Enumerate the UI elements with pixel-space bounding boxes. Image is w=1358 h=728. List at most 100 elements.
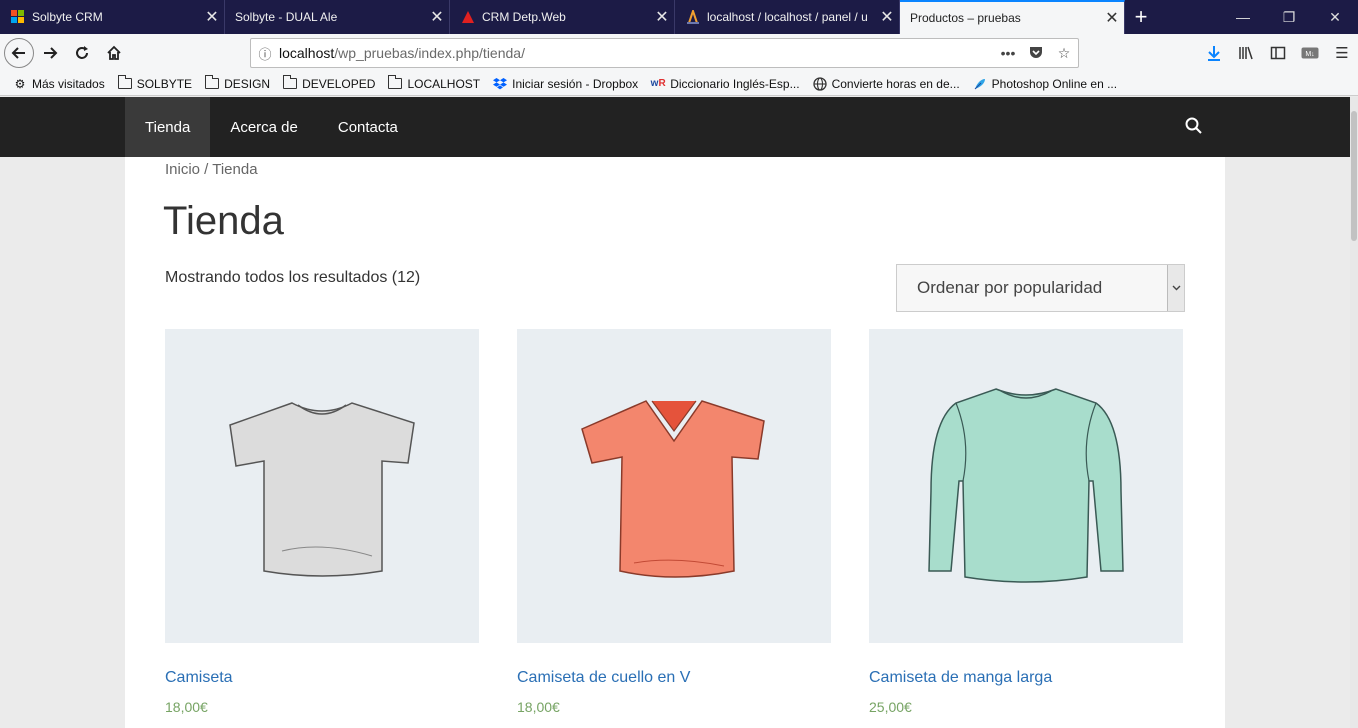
restore-icon[interactable]: ❐ bbox=[1266, 0, 1312, 34]
url-text[interactable]: localhost/wp_pruebas/index.php/tienda/ bbox=[279, 45, 994, 61]
more-actions-icon[interactable]: ••• bbox=[994, 45, 1022, 61]
menu-item-acerca-de[interactable]: Acerca de bbox=[210, 97, 318, 157]
bookmark-dropbox[interactable]: Iniciar sesión - Dropbox bbox=[492, 77, 638, 91]
tab-title: Productos – pruebas bbox=[910, 11, 1021, 25]
product-name[interactable]: Camiseta de manga larga bbox=[869, 669, 1183, 687]
wordreference-icon: wR bbox=[650, 78, 666, 89]
bookmark-folder-developed[interactable]: DEVELOPED bbox=[282, 75, 376, 91]
bookmark-label: Photoshop Online en ... bbox=[991, 76, 1118, 91]
page-title: Tienda bbox=[163, 199, 284, 243]
feather-icon bbox=[972, 77, 988, 91]
tab-solbyte-crm[interactable]: Solbyte CRM ✕ bbox=[0, 0, 225, 34]
arrow-left-icon bbox=[11, 47, 25, 59]
page-scrollbar[interactable] bbox=[1350, 97, 1358, 728]
bookmark-label: Convierte horas en de... bbox=[831, 76, 960, 91]
tab-solbyte-dual[interactable]: Solbyte - DUAL Ale ✕ bbox=[225, 0, 450, 34]
bookmark-photoshop-online[interactable]: Photoshop Online en ... bbox=[972, 77, 1117, 91]
navigation-toolbar: ⓘ localhost/wp_pruebas/index.php/tienda/… bbox=[0, 34, 1358, 72]
back-button[interactable] bbox=[4, 38, 34, 68]
bookmark-label: Más visitados bbox=[32, 76, 105, 91]
product-price: 18,00€ bbox=[517, 699, 560, 715]
product-image-tshirt[interactable] bbox=[165, 329, 479, 643]
product-card[interactable]: Camiseta de manga larga 25,00€ bbox=[869, 329, 1183, 715]
product-image-longsleeve[interactable] bbox=[869, 329, 1183, 643]
bookmark-label: DESIGN bbox=[224, 76, 271, 91]
minimize-icon[interactable]: — bbox=[1220, 0, 1266, 34]
tab-phpmyadmin[interactable]: localhost / localhost / panel / u ✕ bbox=[675, 0, 900, 34]
markdown-extension-icon[interactable]: M↓ bbox=[1294, 37, 1326, 69]
product-image-vneck[interactable] bbox=[517, 329, 831, 643]
bookmark-label: LOCALHOST bbox=[407, 76, 481, 91]
folder-icon bbox=[387, 75, 403, 91]
close-icon[interactable]: ✕ bbox=[875, 7, 899, 27]
info-icon[interactable]: ⓘ bbox=[251, 44, 279, 63]
home-button[interactable] bbox=[98, 37, 130, 69]
tab-crm-detp[interactable]: CRM Detp.Web ✕ bbox=[450, 0, 675, 34]
close-icon[interactable]: ✕ bbox=[1100, 8, 1124, 28]
bookmark-label: SOLBYTE bbox=[136, 76, 193, 91]
ordering-value: Ordenar por popularidad bbox=[917, 278, 1103, 297]
tab-title: localhost / localhost / panel / u bbox=[707, 10, 868, 24]
tab-bar: Solbyte CRM ✕ Solbyte - DUAL Ale ✕ CRM D… bbox=[0, 0, 1358, 34]
triangle-logo-icon bbox=[460, 9, 476, 25]
download-icon[interactable] bbox=[1198, 37, 1230, 69]
close-window-icon[interactable]: ✕ bbox=[1312, 0, 1358, 34]
product-card[interactable]: Camiseta 18,00€ bbox=[165, 329, 479, 715]
url-host: localhost bbox=[279, 45, 335, 61]
bookmarks-toolbar: ⚙ Más visitados SOLBYTE DESIGN DEVELOPED… bbox=[0, 72, 1358, 96]
bookmark-convierte-horas[interactable]: Convierte horas en de... bbox=[812, 77, 960, 91]
tab-title: Solbyte CRM bbox=[32, 10, 103, 24]
toolbar-right: M↓ ☰ bbox=[1198, 37, 1358, 69]
folder-icon bbox=[117, 75, 133, 91]
bookmark-wordreference[interactable]: wR Diccionario Inglés-Esp... bbox=[650, 76, 800, 91]
bookmark-folder-localhost[interactable]: LOCALHOST bbox=[387, 75, 481, 91]
home-icon bbox=[107, 45, 121, 60]
product-price: 18,00€ bbox=[165, 699, 208, 715]
address-bar[interactable]: ⓘ localhost/wp_pruebas/index.php/tienda/… bbox=[250, 38, 1079, 68]
close-icon[interactable]: ✕ bbox=[425, 7, 449, 27]
chevron-down-icon[interactable] bbox=[1167, 265, 1184, 311]
product-price: 25,00€ bbox=[869, 699, 912, 715]
library-icon[interactable] bbox=[1230, 37, 1262, 69]
globe-icon bbox=[812, 76, 828, 91]
folder-icon bbox=[282, 75, 298, 91]
windows-icon bbox=[10, 9, 26, 25]
product-name[interactable]: Camiseta de cuello en V bbox=[517, 669, 831, 687]
scrollbar-thumb[interactable] bbox=[1351, 111, 1357, 241]
sidebar-icon[interactable] bbox=[1262, 37, 1294, 69]
close-icon[interactable]: ✕ bbox=[200, 7, 224, 27]
hamburger-menu-icon[interactable]: ☰ bbox=[1326, 37, 1358, 69]
new-tab-button[interactable]: + bbox=[1125, 0, 1157, 34]
product-card[interactable]: Camiseta de cuello en V 18,00€ bbox=[517, 329, 831, 715]
site-header: Tienda Acerca de Contacta bbox=[0, 97, 1350, 157]
bookmark-folder-solbyte[interactable]: SOLBYTE bbox=[117, 75, 193, 91]
tab-title: Solbyte - DUAL Ale bbox=[235, 10, 338, 24]
dropbox-icon bbox=[492, 77, 508, 91]
window-controls: — ❐ ✕ bbox=[1220, 0, 1358, 34]
folder-icon bbox=[204, 75, 220, 91]
web-page: Tienda Acerca de Contacta Inicio / Tiend… bbox=[0, 97, 1358, 728]
ordering-select[interactable]: Ordenar por popularidad bbox=[896, 264, 1185, 312]
forward-button[interactable] bbox=[34, 37, 66, 69]
tab-title: CRM Detp.Web bbox=[482, 10, 566, 24]
pocket-icon[interactable] bbox=[1022, 45, 1050, 62]
bookmark-mas-visitados[interactable]: ⚙ Más visitados bbox=[12, 77, 105, 91]
search-icon[interactable] bbox=[1185, 117, 1205, 137]
breadcrumb[interactable]: Inicio / Tienda bbox=[165, 161, 258, 178]
bookmark-label: Diccionario Inglés-Esp... bbox=[670, 76, 800, 91]
product-name[interactable]: Camiseta bbox=[165, 669, 479, 687]
reload-button[interactable] bbox=[66, 37, 98, 69]
bookmark-star-icon[interactable]: ☆ bbox=[1050, 45, 1078, 62]
shop-content: Inicio / Tienda Tienda Mostrando todos l… bbox=[125, 157, 1225, 728]
reload-icon bbox=[76, 46, 88, 59]
bookmark-label: DEVELOPED bbox=[302, 76, 376, 91]
tab-productos[interactable]: Productos – pruebas ✕ bbox=[900, 0, 1125, 34]
bookmark-folder-design[interactable]: DESIGN bbox=[204, 75, 271, 91]
menu-item-tienda[interactable]: Tienda bbox=[125, 97, 211, 157]
menu-item-contacta[interactable]: Contacta bbox=[318, 97, 418, 157]
phpmyadmin-icon bbox=[685, 9, 701, 25]
svg-text:M↓: M↓ bbox=[1305, 51, 1314, 58]
gear-icon: ⚙ bbox=[14, 76, 26, 91]
primary-menu: Tienda Acerca de Contacta bbox=[125, 97, 418, 157]
close-icon[interactable]: ✕ bbox=[650, 7, 674, 27]
